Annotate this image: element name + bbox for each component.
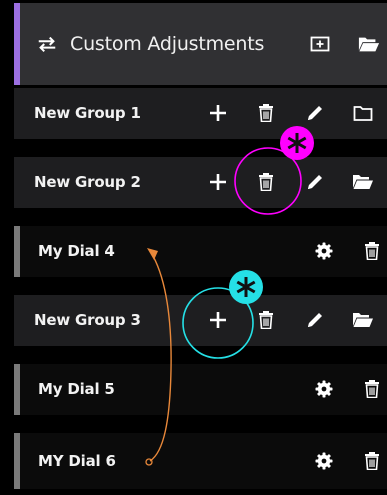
dial-row[interactable]: My Dial 5	[14, 364, 387, 415]
dial-label: MY Dial 6	[38, 452, 116, 470]
trash-icon[interactable]	[255, 309, 277, 331]
dial-label: My Dial 5	[38, 380, 115, 398]
gear-icon[interactable]	[313, 378, 335, 400]
dial-row[interactable]: My Dial 4	[14, 226, 387, 277]
open-folder-icon[interactable]	[352, 309, 374, 331]
dial-label: My Dial 4	[38, 242, 115, 260]
open-folder-icon[interactable]	[352, 171, 374, 193]
trash-icon[interactable]	[361, 240, 383, 262]
edit-pencil-icon[interactable]	[304, 309, 326, 331]
header-title: Custom Adjustments	[70, 33, 265, 55]
swap-arrows-icon	[36, 33, 58, 55]
new-folder-icon[interactable]	[309, 33, 331, 55]
add-icon[interactable]	[207, 102, 229, 124]
trash-icon[interactable]	[255, 102, 277, 124]
folder-icon[interactable]	[352, 102, 374, 124]
open-folder-icon[interactable]	[358, 33, 380, 55]
add-icon[interactable]	[207, 309, 229, 331]
group-row[interactable]: New Group 3	[14, 295, 387, 346]
gear-icon[interactable]	[313, 240, 335, 262]
group-row[interactable]: New Group 2	[14, 157, 387, 208]
group-label: New Group 1	[34, 104, 141, 122]
trash-icon[interactable]	[255, 171, 277, 193]
group-row[interactable]: New Group 1	[14, 88, 387, 139]
group-label: New Group 3	[34, 311, 141, 329]
edit-pencil-icon[interactable]	[304, 171, 326, 193]
custom-adjustments-panel: Custom Adjustments New Group 1 New Group…	[14, 0, 387, 495]
trash-icon[interactable]	[361, 378, 383, 400]
add-icon[interactable]	[207, 171, 229, 193]
dial-row[interactable]: MY Dial 6	[14, 433, 387, 489]
gear-icon[interactable]	[313, 450, 335, 472]
edit-pencil-icon[interactable]	[304, 102, 326, 124]
trash-icon[interactable]	[361, 450, 383, 472]
custom-adjustments-header[interactable]: Custom Adjustments	[14, 3, 387, 85]
group-label: New Group 2	[34, 173, 141, 191]
